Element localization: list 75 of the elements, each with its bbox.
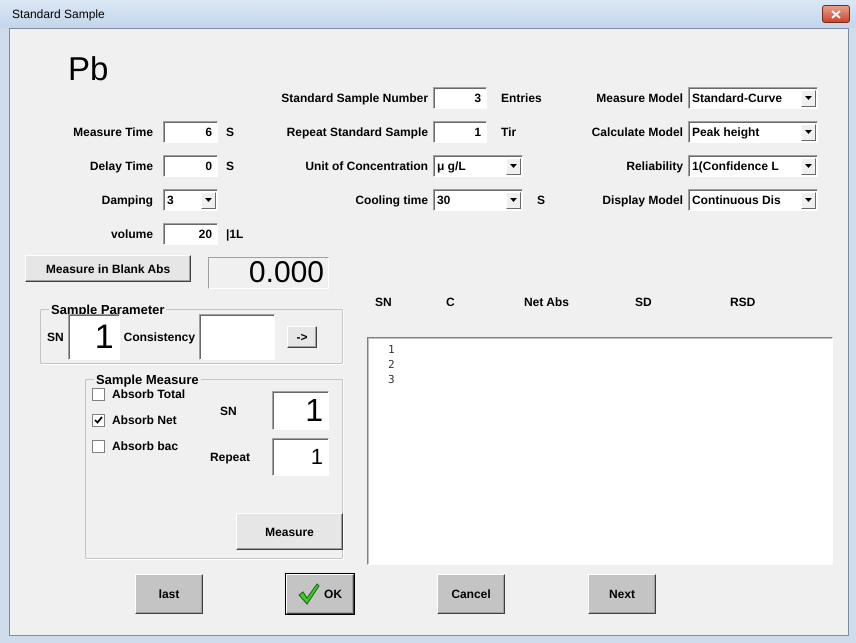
input-field[interactable]: 6 — [163, 121, 218, 143]
element-symbol: Pb — [67, 51, 110, 87]
group-title: Sample Measure — [95, 372, 200, 387]
dialog-button[interactable]: Next — [588, 574, 656, 614]
input-field[interactable]: 3 — [433, 87, 487, 109]
unit-label: Tir — [501, 125, 516, 139]
dialog-button[interactable]: Cancel — [437, 574, 505, 614]
field-label: Delay Time — [88, 158, 154, 175]
field-label: Measure Model — [595, 90, 683, 107]
repeat-field[interactable]: 1 — [272, 438, 329, 476]
input-field[interactable]: 1 — [433, 121, 487, 143]
field-label: Damping — [100, 192, 154, 209]
column-header: C — [446, 295, 456, 311]
close-button[interactable] — [822, 5, 850, 23]
field-label: Calculate Model — [590, 124, 683, 141]
column-header: SN — [375, 295, 393, 311]
unit-label: |1L — [225, 226, 244, 243]
checkbox[interactable] — [92, 440, 105, 452]
consistency-field[interactable] — [199, 314, 276, 360]
dropdown-arrow-icon — [510, 198, 517, 202]
list-item: 2 — [388, 357, 396, 372]
option-label: Absorb Total — [112, 387, 186, 401]
field-label: Repeat Standard Sample — [286, 124, 428, 141]
absorbance-display: 0.000 — [208, 257, 329, 289]
dropdown[interactable]: 1(Confidence L — [688, 155, 818, 177]
measure-button[interactable]: Measure — [236, 513, 343, 550]
field-label: Unit of Concentration — [304, 158, 428, 175]
measure-blank-button[interactable]: Measure in Blank Abs — [25, 255, 191, 282]
checkbox[interactable] — [92, 388, 105, 400]
unit-label: S — [225, 158, 236, 175]
unit-label: Entries — [501, 91, 542, 105]
dropdown[interactable]: 30 — [433, 189, 523, 211]
sn-field[interactable]: 1 — [68, 314, 120, 360]
input-field[interactable]: 0 — [163, 155, 218, 177]
sn-label: SN — [47, 330, 64, 344]
sn-label: SN — [219, 404, 238, 418]
list-item: 1 — [388, 342, 396, 357]
column-header: RSD — [730, 295, 756, 311]
group-title: Sample Parameter — [50, 302, 166, 317]
field-label: Measure Time — [72, 124, 154, 141]
ok-button[interactable]: OK — [286, 574, 354, 614]
dialog-button[interactable]: last — [135, 574, 203, 614]
results-list[interactable]: 1 2 3 — [367, 337, 833, 565]
dropdown-arrow-icon — [805, 164, 812, 168]
field-label: volume — [110, 226, 154, 243]
dropdown-arrow-icon — [805, 198, 812, 202]
input-field[interactable]: 20 — [163, 223, 218, 245]
dropdown[interactable]: 3 — [163, 189, 218, 211]
window-title: Standard Sample — [12, 7, 105, 21]
unit-label: S — [225, 124, 236, 141]
apply-button[interactable]: -> — [287, 326, 318, 348]
dropdown-arrow-icon — [805, 130, 812, 134]
option-label: Absorb bac — [112, 439, 178, 453]
dropdown-arrow-icon — [805, 96, 812, 100]
dropdown[interactable]: Peak height — [688, 121, 818, 143]
consistency-label: Consistency — [124, 330, 196, 344]
column-header: SD — [635, 295, 653, 311]
dropdown-arrow-icon — [510, 164, 517, 168]
column-header: Net Abs — [524, 295, 570, 311]
list-item: 3 — [388, 372, 396, 387]
dropdown[interactable]: Continuous Dis — [688, 189, 818, 211]
repeat-label: Repeat — [210, 450, 252, 464]
field-label: Reliability — [625, 158, 683, 175]
unit-label: S — [537, 193, 546, 207]
field-label: Standard Sample Number — [280, 90, 428, 107]
checkmark-icon — [298, 583, 320, 605]
option-label: Absorb Net — [112, 413, 177, 427]
dropdown[interactable]: Standard-Curve — [688, 87, 818, 109]
field-label: Cooling time — [354, 192, 428, 209]
close-icon — [831, 10, 841, 18]
dropdown-arrow-icon — [205, 198, 212, 202]
field-label: Display Model — [601, 192, 683, 209]
checkbox[interactable] — [92, 414, 105, 426]
dropdown[interactable]: μ g/L — [433, 155, 523, 177]
sn-field[interactable]: 1 — [272, 391, 329, 430]
